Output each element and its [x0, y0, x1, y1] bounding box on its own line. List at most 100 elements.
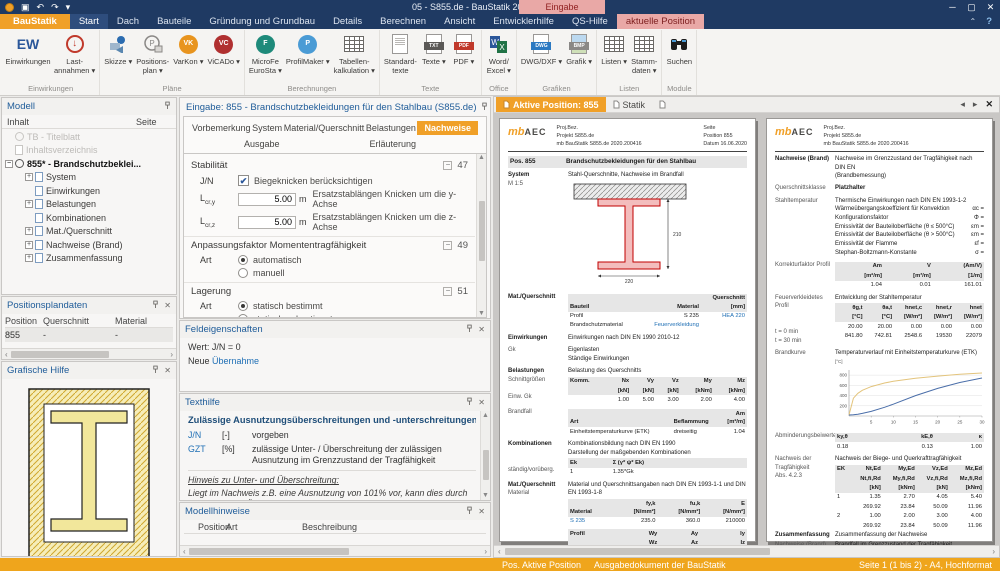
- profilmaker-button[interactable]: P ProfilMaker ▾: [284, 30, 332, 66]
- expand-expander-icon[interactable]: +: [25, 173, 33, 181]
- biegeknicken-checkbox[interactable]: ✔: [238, 175, 249, 186]
- tree-item-855[interactable]: − 855* - Brandschutzbeklei...: [5, 157, 173, 171]
- uebernahme-link[interactable]: Übernahme: [212, 356, 259, 366]
- collapse-section-icon[interactable]: −: [443, 241, 452, 250]
- pp-horizontal-scrollbar[interactable]: ‹›: [2, 348, 176, 359]
- automatisch-radio[interactable]: [238, 255, 248, 265]
- eingabe-tab-erlaeuterung[interactable]: Erläuterung: [370, 139, 417, 149]
- doc-tab-aktive-position[interactable]: Aktive Position: 855: [496, 97, 606, 112]
- document-page-2[interactable]: mbAEC Proj.Bez. Projekt S855.de mb BauSt…: [766, 118, 993, 542]
- viewer-horizontal-scrollbar[interactable]: ‹›: [494, 545, 999, 557]
- lcrz-input[interactable]: [238, 216, 296, 229]
- tab-gruendung[interactable]: Gründung und Grundbau: [200, 14, 324, 29]
- grafik-button[interactable]: BMP Grafik ▾: [564, 30, 594, 66]
- word-excel-button[interactable]: WX Word/Excel ▾: [484, 30, 514, 75]
- tab-entwicklerhilfe[interactable]: Entwicklerhilfe: [484, 14, 563, 29]
- undo-icon[interactable]: ↶: [37, 3, 45, 12]
- tree-item-zusammenfassung[interactable]: + Zusammenfassung: [5, 252, 173, 266]
- pp-row-855[interactable]: 855 - -: [5, 328, 173, 342]
- maximize-button[interactable]: ▢: [962, 0, 981, 14]
- positionsplan-button[interactable]: P Positions-plan ▾: [134, 30, 171, 75]
- close-icon[interactable]: ✕: [478, 508, 485, 516]
- eingabe-tab-belastungen[interactable]: Belastungen: [366, 123, 416, 133]
- expand-expander-icon[interactable]: +: [25, 254, 33, 262]
- pdf-button[interactable]: PDF PDF ▾: [449, 30, 479, 66]
- pin-icon[interactable]: [164, 101, 171, 112]
- close-icon[interactable]: ✕: [478, 326, 485, 334]
- redo-icon[interactable]: ↷: [51, 3, 59, 12]
- pin-icon[interactable]: [466, 324, 473, 335]
- section-anpassungsfaktor[interactable]: Anpassungsfaktor Momententragfähigkeit −…: [184, 236, 475, 253]
- doc-tab-new[interactable]: [652, 97, 673, 112]
- vicado-button[interactable]: VC ViCADo ▾: [206, 30, 242, 66]
- tree-item-kombinationen[interactable]: Kombinationen: [5, 211, 173, 225]
- eingabe-tab-vorbemerkung[interactable]: Vorbemerkung: [192, 123, 251, 133]
- close-icon[interactable]: ✕: [164, 367, 171, 375]
- close-button[interactable]: ✕: [981, 0, 1000, 14]
- eingabe-tab-nachweise[interactable]: Nachweise: [417, 121, 478, 135]
- tab-berechnen[interactable]: Berechnen: [371, 14, 435, 29]
- tab-aktuelle-position[interactable]: aktuelle Position: [617, 14, 704, 29]
- lcry-input[interactable]: [238, 193, 296, 206]
- stammdaten-button[interactable]: Stamm-daten ▾: [629, 30, 659, 75]
- section-stabilitaet[interactable]: Stabilität − 47: [184, 157, 475, 173]
- close-document-icon[interactable]: ✕: [985, 99, 993, 110]
- manuell-radio[interactable]: [238, 268, 248, 278]
- tree-item-belastungen[interactable]: + Belastungen: [5, 198, 173, 212]
- qat-dropdown-icon[interactable]: ▾: [66, 3, 71, 12]
- pin-icon[interactable]: [152, 365, 159, 376]
- collapse-section-icon[interactable]: −: [443, 161, 452, 170]
- next-page-icon[interactable]: ▸: [973, 99, 978, 110]
- pin-icon[interactable]: [466, 506, 473, 517]
- collapse-section-icon[interactable]: −: [443, 287, 452, 296]
- close-icon[interactable]: ✕: [478, 399, 485, 407]
- collapse-expander-icon[interactable]: −: [5, 160, 13, 168]
- expand-expander-icon[interactable]: +: [25, 241, 33, 249]
- tree-item-titelblatt[interactable]: TB - Titelblatt: [5, 130, 173, 144]
- eingabe-tab-material[interactable]: Material/Querschnitt: [284, 123, 365, 133]
- prev-page-icon[interactable]: ◂: [960, 99, 965, 110]
- tree-item-einwirkungen[interactable]: Einwirkungen: [5, 184, 173, 198]
- mh-horizontal-scrollbar[interactable]: ‹›: [180, 545, 490, 556]
- document-page-1[interactable]: mbAEC Proj.Bez. Projekt S855.de mb BauSt…: [499, 118, 756, 542]
- lastannahmen-button[interactable]: ↓ Last-annahmen ▾: [52, 30, 97, 75]
- pin-icon[interactable]: [466, 397, 473, 408]
- tab-dach[interactable]: Dach: [108, 14, 148, 29]
- pin-icon[interactable]: [481, 102, 488, 113]
- tree-item-mat-querschnitt[interactable]: + Mat./Querschnitt: [5, 225, 173, 239]
- tree-item-nachweise-brand[interactable]: + Nachweise (Brand): [5, 238, 173, 252]
- help-icon[interactable]: ?: [986, 16, 992, 27]
- suchen-button[interactable]: Suchen: [664, 30, 694, 66]
- varkon-button[interactable]: VK VarKon ▾: [171, 30, 205, 66]
- pin-icon[interactable]: [152, 300, 159, 311]
- microfe-button[interactable]: F MicroFeEuroSta ▾: [247, 30, 284, 75]
- statisch-unbestimmt-radio[interactable]: [238, 314, 248, 318]
- tabellenkalkulation-button[interactable]: Tabellen-kalkulation ▾: [332, 30, 377, 75]
- section-lagerung[interactable]: Lagerung − 51: [184, 282, 475, 299]
- collapse-ribbon-icon[interactable]: ⌃: [969, 17, 976, 26]
- expand-expander-icon[interactable]: +: [25, 227, 33, 235]
- tree-item-system[interactable]: + System: [5, 171, 173, 185]
- eingabe-vertical-scrollbar[interactable]: ▲▼: [476, 154, 486, 317]
- minimize-button[interactable]: ─: [943, 0, 962, 14]
- app-icon[interactable]: [5, 3, 14, 12]
- skizze-button[interactable]: Skizze ▾: [102, 30, 134, 66]
- statisch-bestimmt-radio[interactable]: [238, 301, 248, 311]
- standardtexte-button[interactable]: Standard-texte: [382, 30, 419, 75]
- listen-button[interactable]: Listen ▾: [599, 30, 629, 66]
- doc-tab-statik[interactable]: Statik: [606, 97, 653, 112]
- eingabe-tab-system[interactable]: System: [252, 123, 282, 133]
- texte-button[interactable]: TXT Texte ▾: [419, 30, 449, 66]
- tab-start[interactable]: Start: [70, 14, 108, 29]
- texthilfe-vertical-scrollbar[interactable]: ▲▼: [480, 411, 490, 500]
- tree-item-inhaltsverzeichnis[interactable]: Inhaltsverzeichnis: [5, 144, 173, 158]
- tab-qs-hilfe[interactable]: QS-Hilfe: [563, 14, 617, 29]
- eingabe-tab-ausgabe[interactable]: Ausgabe: [244, 139, 280, 149]
- tab-details[interactable]: Details: [324, 14, 371, 29]
- tab-ansicht[interactable]: Ansicht: [435, 14, 484, 29]
- tab-baustatik[interactable]: BauStatik: [0, 14, 70, 29]
- einwirkungen-button[interactable]: EW Einwirkungen: [4, 30, 52, 66]
- close-icon[interactable]: ✕: [164, 302, 171, 310]
- save-icon[interactable]: ▣: [21, 3, 30, 12]
- tab-bauteile[interactable]: Bauteile: [148, 14, 200, 29]
